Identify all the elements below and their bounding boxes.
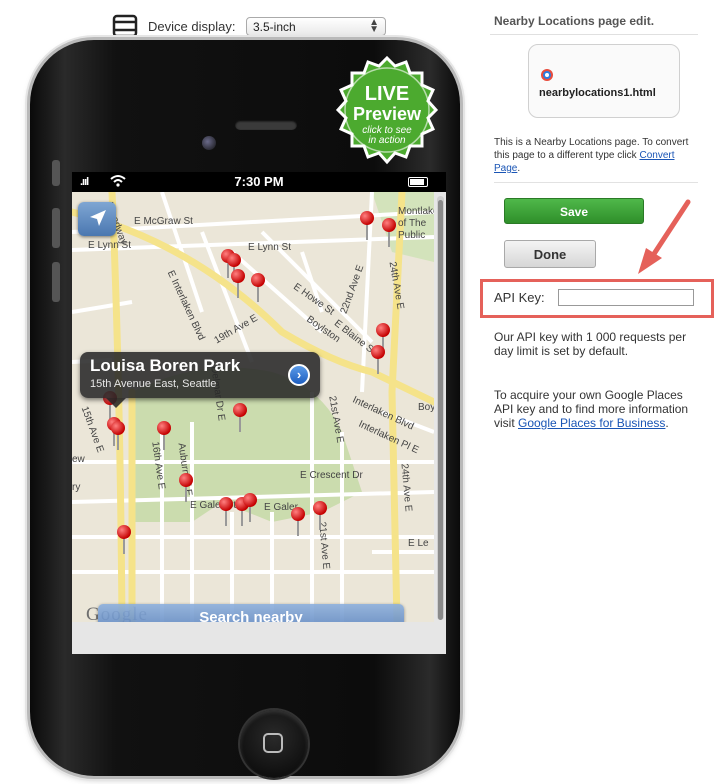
scrollbar-thumb[interactable] bbox=[438, 200, 443, 620]
done-button[interactable]: Done bbox=[504, 240, 596, 268]
divider bbox=[494, 182, 698, 183]
search-nearby-button[interactable]: Search nearby bbox=[98, 604, 404, 622]
volume-up-button bbox=[52, 208, 60, 248]
api-key-input[interactable] bbox=[558, 289, 694, 306]
page-file-card[interactable]: nearbylocations1.html bbox=[528, 44, 680, 118]
annotation-arrow-icon bbox=[638, 199, 691, 274]
google-places-info: To acquire your own Google Places API ke… bbox=[494, 388, 704, 430]
camera-icon bbox=[202, 136, 216, 150]
location-arrow-icon bbox=[90, 210, 106, 226]
device-display-bar: Device display: 3.5-inch ▲ ▼ bbox=[112, 14, 412, 40]
live-preview-line2: Preview bbox=[352, 104, 422, 124]
earpiece bbox=[235, 120, 297, 130]
api-key-info: Our API key with 1 000 requests per day … bbox=[494, 330, 687, 358]
battery-icon bbox=[408, 177, 428, 187]
device-icon bbox=[112, 14, 138, 38]
page-file-name: nearbylocations1.html bbox=[539, 87, 656, 99]
panel-title: Nearby Locations page edit. bbox=[494, 14, 655, 28]
live-preview-line1: LIVE bbox=[364, 83, 410, 105]
map-view[interactable]: E McGraw St E Lynn St E Lynn St Montlake… bbox=[72, 192, 434, 622]
page-description: This is a Nearby Locations page. To conv… bbox=[494, 136, 700, 175]
callout-subtitle: 15th Avenue East, Seattle bbox=[90, 378, 217, 390]
google-places-end: . bbox=[665, 416, 669, 430]
select-arrows-icon: ▲ ▼ bbox=[369, 17, 379, 35]
home-button[interactable] bbox=[240, 710, 308, 778]
device-display-label: Device display: bbox=[148, 19, 236, 34]
map-callout[interactable]: Louisa Boren Park 15th Avenue East, Seat… bbox=[80, 352, 320, 408]
google-places-link[interactable]: Google Places for Business bbox=[518, 416, 665, 430]
api-key-label: API Key: bbox=[494, 290, 545, 305]
live-preview-line4: in action bbox=[368, 135, 406, 146]
home-square-icon bbox=[263, 733, 283, 753]
phone-screen: .ııl 7:30 PM E McGraw St E Lynn St E Lyn… bbox=[72, 172, 446, 654]
description-end: . bbox=[517, 163, 521, 174]
map-pins bbox=[103, 211, 396, 554]
callout-title: Louisa Boren Park bbox=[90, 356, 241, 375]
device-display-select[interactable]: 3.5-inch ▲ ▼ bbox=[246, 17, 386, 36]
current-location-button[interactable] bbox=[78, 202, 116, 236]
volume-down-button bbox=[52, 262, 60, 302]
live-preview-badge[interactable]: LIVE Preview click to see in action bbox=[330, 56, 444, 166]
divider bbox=[490, 34, 698, 35]
status-bar: .ııl 7:30 PM bbox=[72, 172, 446, 192]
status-time: 7:30 PM bbox=[234, 174, 284, 189]
mute-switch bbox=[52, 160, 60, 186]
page-file-icon bbox=[541, 69, 553, 81]
screen-scrollbar[interactable] bbox=[437, 196, 444, 620]
callout-disclosure-icon[interactable]: › bbox=[288, 364, 310, 386]
device-display-value: 3.5-inch bbox=[253, 20, 296, 34]
